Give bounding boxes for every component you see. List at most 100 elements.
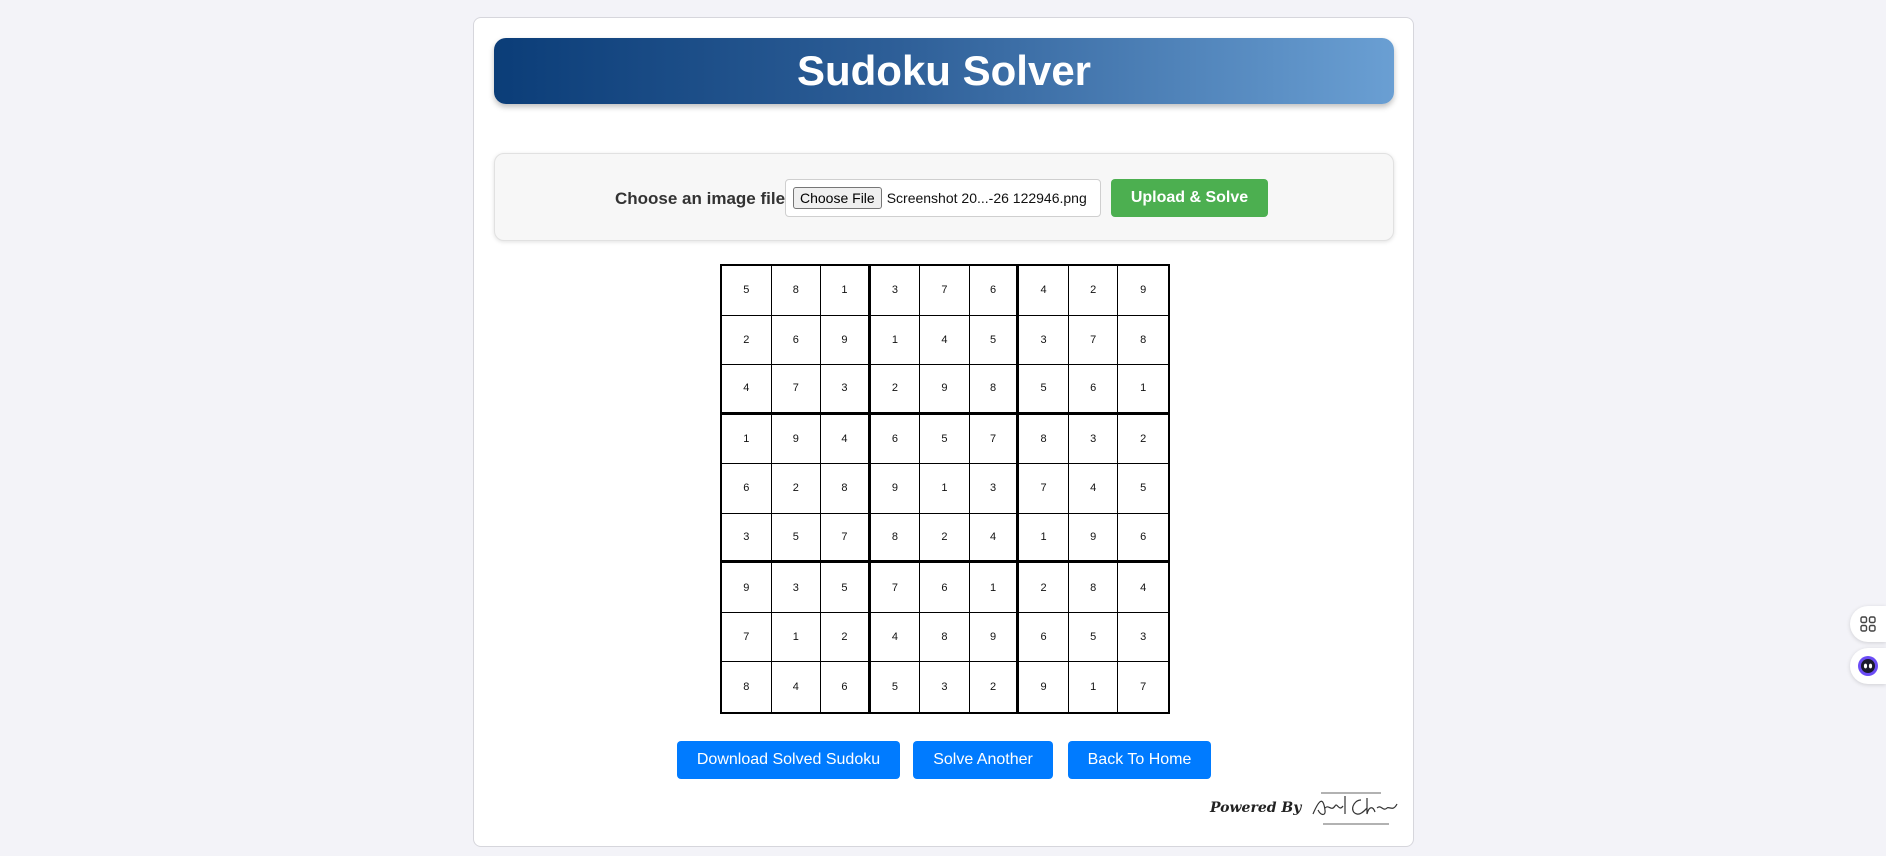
sudoku-cell: 1 <box>870 315 921 366</box>
powered-by-text: Powered By <box>1210 800 1302 816</box>
sudoku-cell: 4 <box>870 612 921 663</box>
download-solved-button[interactable]: Download Solved Sudoku <box>677 741 900 779</box>
sudoku-cell: 5 <box>1019 365 1069 415</box>
header-banner: Sudoku Solver <box>494 38 1394 104</box>
file-input-label: Choose an image file: <box>615 189 791 208</box>
sudoku-cell: 7 <box>920 266 970 316</box>
powered-by: Powered By <box>1210 788 1401 828</box>
sudoku-cell: 2 <box>1019 563 1069 613</box>
selected-file-name: Screenshot 20...-26 122946.png <box>886 190 1087 206</box>
sudoku-cell: 2 <box>970 662 1020 712</box>
sudoku-cell: 4 <box>1019 266 1069 316</box>
sudoku-cell: 9 <box>1019 662 1069 712</box>
sudoku-cell: 8 <box>1118 316 1168 366</box>
sudoku-cell: 6 <box>722 464 772 514</box>
sudoku-cell: 7 <box>1140 681 1147 694</box>
sudoku-cell: 9 <box>821 315 871 366</box>
choose-file-button[interactable]: Choose File <box>793 187 882 209</box>
sudoku-cell: 1 <box>722 414 772 465</box>
sudoku-cell: 3 <box>1019 315 1069 366</box>
sudoku-cell: 4 <box>772 662 822 712</box>
solve-another-button[interactable]: Solve Another <box>913 741 1053 779</box>
sudoku-cell: 4 <box>821 414 871 465</box>
sudoku-cell: 4 <box>969 513 1020 564</box>
back-home-button[interactable]: Back To Home <box>1068 741 1211 779</box>
sudoku-cell: 8 <box>920 612 970 663</box>
sudoku-cell: 2 <box>821 612 871 663</box>
sudoku-cell: 3 <box>1118 613 1168 663</box>
sudoku-cell: 8 <box>969 365 1020 415</box>
main-card: Sudoku Solver Choose an image file: Choo… <box>473 17 1414 847</box>
page-title: Sudoku Solver <box>796 47 1092 94</box>
sudoku-cell: 1 <box>1019 513 1069 564</box>
sudoku-cell: 5 <box>722 266 772 316</box>
sudoku-cell: 1 <box>920 464 970 514</box>
sudoku-cell: 7 <box>969 414 1020 465</box>
sudoku-cell: 8 <box>722 662 772 712</box>
sudoku-cell: 1 <box>1069 662 1119 712</box>
sudoku-cell: 3 <box>821 365 871 415</box>
sudoku-cell: 4 <box>920 315 970 366</box>
sudoku-cell: 1 <box>1118 365 1168 415</box>
apps-grid-icon[interactable] <box>1850 606 1886 642</box>
sudoku-cell: 6 <box>920 563 970 613</box>
sudoku-grid: 5813764292691453784732985611946578326289… <box>720 264 1170 714</box>
sudoku-cell: 7 <box>821 513 871 564</box>
sudoku-cell: 2 <box>920 513 970 564</box>
sudoku-cell: 8 <box>1068 563 1119 613</box>
sudoku-cell: 5 <box>771 513 822 564</box>
sudoku-cell: 7 <box>771 365 822 415</box>
sudoku-cell: 6 <box>1019 612 1069 663</box>
sudoku-cell: 3 <box>920 662 970 712</box>
sudoku-cell: 1 <box>821 266 871 316</box>
sudoku-cell: 5 <box>920 414 970 465</box>
sudoku-cell: 8 <box>1019 414 1069 465</box>
upload-form: Choose an image file: Choose File Screen… <box>494 153 1394 241</box>
sudoku-cell: 4 <box>722 365 772 415</box>
sudoku-cell: 6 <box>969 266 1020 316</box>
sudoku-cell: 3 <box>722 513 772 564</box>
sudoku-cell: 9 <box>870 464 921 514</box>
sudoku-cell: 9 <box>722 563 772 613</box>
assistant-bot-icon[interactable] <box>1850 648 1886 684</box>
sudoku-cell: 5 <box>1118 464 1168 514</box>
sudoku-cell: 6 <box>771 315 822 366</box>
sudoku-cell: 9 <box>920 365 970 415</box>
sudoku-cell: 9 <box>771 414 822 465</box>
sudoku-cell: 8 <box>870 513 921 564</box>
sudoku-cell: 3 <box>870 266 921 316</box>
sudoku-cell: 1 <box>771 612 822 663</box>
sudoku-cell: 2 <box>870 365 921 415</box>
sudoku-cell: 8 <box>821 464 871 514</box>
sudoku-cell: 7 <box>870 563 921 613</box>
sudoku-cell: 5 <box>821 563 871 613</box>
sudoku-cell: 6 <box>870 414 921 465</box>
sudoku-cell: 2 <box>771 464 822 514</box>
author-signature <box>1312 792 1398 825</box>
sudoku-cell: 2 <box>1068 266 1119 316</box>
sudoku-cell: 3 <box>771 563 822 613</box>
upload-solve-button[interactable]: Upload & Solve <box>1111 179 1268 217</box>
sudoku-cell: 8 <box>771 266 822 316</box>
sudoku-cell: 4 <box>1068 464 1119 514</box>
sudoku-cell: 6 <box>821 662 871 712</box>
sudoku-cell: 9 <box>1118 266 1168 316</box>
file-input[interactable]: Choose File Screenshot 20...-26 122946.p… <box>785 179 1101 217</box>
sudoku-cell: 4 <box>1118 563 1168 613</box>
sudoku-cell: 1 <box>969 563 1020 613</box>
sudoku-cell: 3 <box>969 464 1020 514</box>
action-buttons: Download Solved Sudoku Solve Another Bac… <box>474 741 1415 779</box>
sudoku-cell: 7 <box>1019 464 1069 514</box>
sudoku-cell: 9 <box>1068 513 1119 564</box>
sudoku-cell: 7 <box>1068 315 1119 366</box>
sudoku-cell: 7 <box>722 612 772 663</box>
sudoku-cell: 9 <box>969 612 1020 663</box>
sudoku-cell: 6 <box>1118 514 1168 564</box>
sudoku-cell: 5 <box>969 315 1020 366</box>
sudoku-cell: 5 <box>871 662 921 712</box>
sudoku-cell: 6 <box>1068 365 1119 415</box>
sudoku-cell: 2 <box>722 315 772 366</box>
sudoku-cell: 2 <box>1118 415 1168 465</box>
sudoku-cell: 5 <box>1068 612 1119 663</box>
sudoku-cell: 3 <box>1068 414 1119 465</box>
